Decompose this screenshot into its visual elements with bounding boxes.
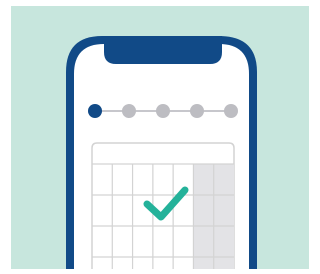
step-dot — [122, 104, 136, 118]
step-dot — [156, 104, 170, 118]
illustration-svg — [11, 6, 309, 269]
phone-notch — [104, 36, 222, 64]
onboarding-illustration — [0, 0, 309, 269]
step-dot — [224, 104, 238, 118]
step-dot-active — [88, 104, 102, 118]
step-dot — [190, 104, 204, 118]
